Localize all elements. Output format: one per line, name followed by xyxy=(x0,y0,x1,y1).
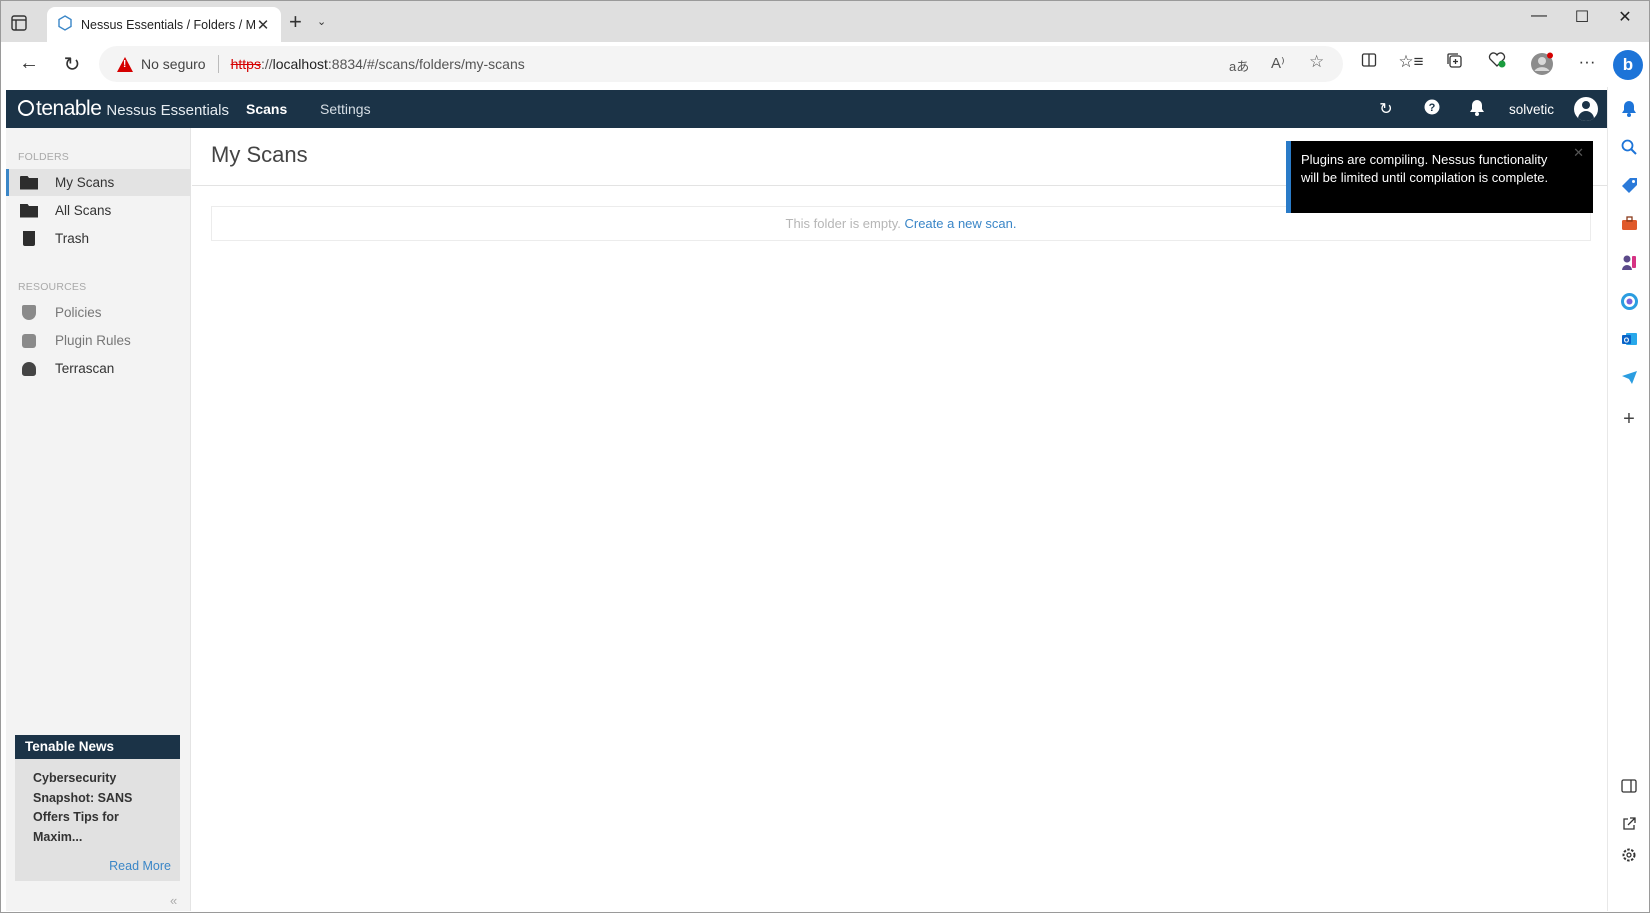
sidebar-item-label: My Scans xyxy=(55,175,115,190)
sidebar-item-terrascan[interactable]: Terrascan xyxy=(6,355,191,382)
user-avatar-icon[interactable] xyxy=(1574,97,1598,121)
tab-title: Nessus Essentials / Folders / My xyxy=(81,17,255,32)
tab-favicon-icon xyxy=(57,15,73,34)
plugin-icon xyxy=(22,333,36,348)
sidebar-item-label: All Scans xyxy=(55,203,112,218)
plugins-compiling-toast: Plugins are compiling. Nessus functional… xyxy=(1286,141,1593,213)
toolbox-icon[interactable] xyxy=(1608,216,1650,236)
bing-chat-icon[interactable]: b xyxy=(1613,50,1643,80)
sidebar-item-plugin-rules[interactable]: Plugin Rules xyxy=(6,327,191,354)
minimize-icon[interactable]: — xyxy=(1519,7,1559,25)
sidebar-item-trash[interactable]: Trash xyxy=(6,225,191,252)
close-toast-icon[interactable]: ✕ xyxy=(1573,144,1584,162)
read-more-link[interactable]: Read More xyxy=(109,859,171,873)
send-icon[interactable] xyxy=(1608,370,1650,390)
create-new-scan-link[interactable]: Create a new scan. xyxy=(904,216,1016,231)
sidebar-item-label: Policies xyxy=(55,305,102,320)
folders-heading: FOLDERS xyxy=(18,151,69,163)
tab-list-chevron-icon[interactable]: ⌄ xyxy=(317,15,326,28)
help-icon[interactable]: ? xyxy=(1421,99,1443,120)
sidebar-item-label: Terrascan xyxy=(55,361,115,376)
close-window-icon[interactable]: ✕ xyxy=(1605,7,1645,27)
close-tab-icon[interactable]: ✕ xyxy=(255,16,271,34)
tab-bar: Nessus Essentials / Folders / My ✕ + ⌄ —… xyxy=(1,1,1649,42)
favorites-icon[interactable]: ☆≡ xyxy=(1397,52,1425,72)
refresh-page-icon[interactable]: ↻ xyxy=(58,52,86,77)
browser-toolbar: ← ↻ No seguro https :// localhost :8834/… xyxy=(1,42,1649,87)
svg-text:?: ? xyxy=(1429,102,1436,114)
notifications-bell-icon[interactable] xyxy=(1466,99,1488,121)
url-path: :8834/#/scans/folders/my-scans xyxy=(327,56,525,72)
logo-brand: tenable xyxy=(36,97,102,120)
tab-actions-icon[interactable] xyxy=(11,12,39,34)
profile-icon[interactable] xyxy=(1528,52,1556,81)
terrascan-icon xyxy=(22,361,36,376)
bell-icon[interactable] xyxy=(1608,100,1650,122)
toast-message: Plugins are compiling. Nessus functional… xyxy=(1301,152,1549,185)
back-icon[interactable]: ← xyxy=(15,52,43,75)
external-link-icon[interactable] xyxy=(1608,816,1650,836)
split-screen-icon[interactable] xyxy=(1355,52,1383,73)
news-heading: Tenable News xyxy=(15,735,180,759)
translate-icon[interactable]: aあ xyxy=(1229,56,1249,75)
browser-window: Nessus Essentials / Folders / My ✕ + ⌄ —… xyxy=(0,0,1650,913)
shopping-tag-icon[interactable] xyxy=(1608,177,1650,199)
security-status[interactable]: No seguro xyxy=(141,56,206,72)
app-header: tenable Nessus Essentials Scans Settings… xyxy=(6,90,1607,128)
edge-sidebar: O + xyxy=(1607,87,1649,911)
resources-heading: RESOURCES xyxy=(18,281,87,293)
address-divider xyxy=(217,55,219,73)
settings-icon[interactable] xyxy=(1608,847,1650,868)
more-menu-icon[interactable]: ··· xyxy=(1573,52,1601,72)
microsoft365-icon[interactable] xyxy=(1608,293,1650,315)
read-aloud-icon[interactable]: A⁾ xyxy=(1271,54,1285,72)
folder-open-icon xyxy=(20,175,38,190)
svg-text:O: O xyxy=(1623,338,1629,345)
sidebar-item-my-scans[interactable]: My Scans xyxy=(6,169,191,196)
add-icon[interactable]: + xyxy=(1608,408,1650,431)
refresh-icon[interactable]: ↻ xyxy=(1375,99,1397,119)
collapse-sidebar-icon[interactable]: « xyxy=(170,893,177,908)
tenable-logo-mark-icon xyxy=(18,100,34,116)
sidebar-item-policies[interactable]: Policies xyxy=(6,299,191,326)
url-separator: :// xyxy=(260,56,273,72)
tenable-news-panel: Tenable News Cybersecurity Snapshot: SAN… xyxy=(15,735,180,881)
address-bar[interactable]: No seguro https :// localhost :8834/#/sc… xyxy=(99,46,1343,82)
username[interactable]: solvetic xyxy=(1509,102,1554,117)
browser-tab-active[interactable]: Nessus Essentials / Folders / My ✕ xyxy=(47,7,281,42)
url-host: localhost xyxy=(272,56,328,72)
outlook-icon[interactable]: O xyxy=(1608,331,1650,352)
sidebar-toggle-icon[interactable] xyxy=(1608,779,1650,798)
shield-icon xyxy=(22,305,36,320)
empty-text: This folder is empty. xyxy=(785,216,901,231)
search-icon[interactable] xyxy=(1608,139,1650,160)
trash-icon xyxy=(23,231,35,246)
sidebar: FOLDERS My Scans All Scans Trash RESOURC… xyxy=(6,128,191,911)
page-title: My Scans xyxy=(211,142,308,167)
folder-icon xyxy=(20,203,38,218)
url-scheme: https xyxy=(230,56,261,72)
tenable-logo[interactable]: tenable Nessus Essentials xyxy=(18,97,229,121)
new-tab-icon[interactable]: + xyxy=(289,11,302,33)
collections-icon[interactable] xyxy=(1440,52,1468,74)
sidebar-item-label: Trash xyxy=(55,231,90,246)
nav-settings[interactable]: Settings xyxy=(320,101,371,117)
sidebar-item-all-scans[interactable]: All Scans xyxy=(6,197,191,224)
nav-scans[interactable]: Scans xyxy=(246,101,287,117)
sidebar-item-label: Plugin Rules xyxy=(55,333,131,348)
favorite-star-icon[interactable]: ☆ xyxy=(1309,52,1324,72)
news-headline[interactable]: Cybersecurity Snapshot: SANS Offers Tips… xyxy=(15,759,180,847)
maximize-icon[interactable]: ☐ xyxy=(1562,7,1602,27)
logo-product: Nessus Essentials xyxy=(106,102,229,119)
warning-icon[interactable] xyxy=(117,56,133,72)
games-icon[interactable] xyxy=(1608,254,1650,276)
browser-essentials-icon[interactable] xyxy=(1483,52,1511,73)
